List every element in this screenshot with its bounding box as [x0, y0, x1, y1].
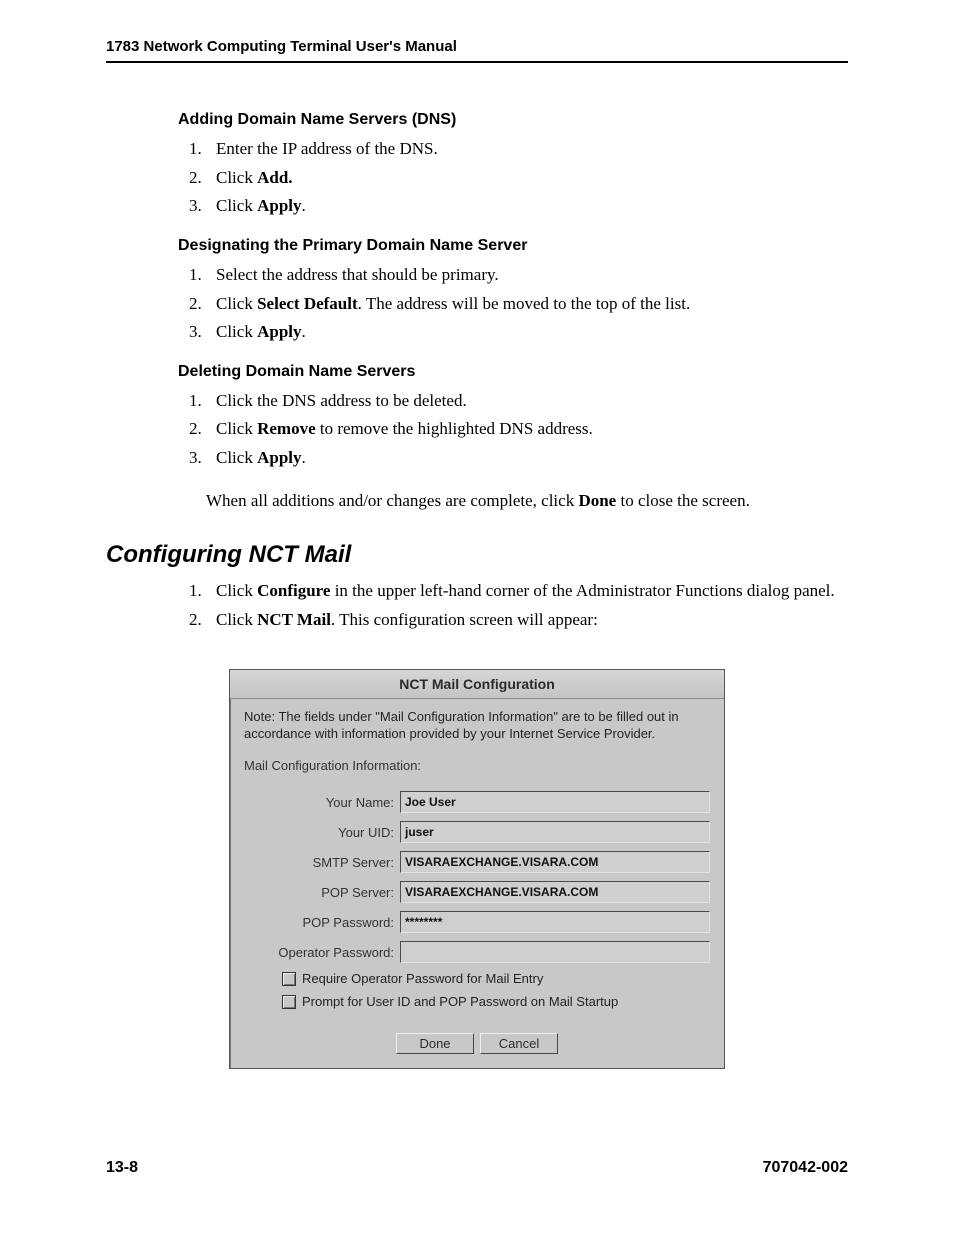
running-header: 1783 Network Computing Terminal User's M… — [106, 38, 848, 63]
step: Click Apply. — [206, 320, 848, 345]
steps-nct-mail: Click Configure in the upper left-hand c… — [178, 579, 848, 632]
steps-dns-primary: Select the address that should be primar… — [178, 263, 848, 345]
label-pop-password: POP Password: — [244, 915, 400, 930]
heading-configuring-nct-mail: Configuring NCT Mail — [106, 541, 848, 569]
label-your-name: Your Name: — [244, 795, 400, 810]
step: Click the DNS address to be deleted. — [206, 389, 848, 414]
step: Click Apply. — [206, 194, 848, 219]
nct-mail-config-dialog: NCT Mail Configuration Note: The fields … — [229, 669, 725, 1070]
step: Click NCT Mail. This configuration scree… — [206, 608, 848, 633]
heading-dns-primary: Designating the Primary Domain Name Serv… — [178, 237, 848, 255]
step: Click Add. — [206, 166, 848, 191]
step: Click Apply. — [206, 446, 848, 471]
closing-note: When all additions and/or changes are co… — [206, 489, 848, 514]
steps-dns-add: Enter the IP address of the DNS. Click A… — [178, 137, 848, 219]
step: Click Remove to remove the highlighted D… — [206, 417, 848, 442]
input-pop-server[interactable]: VISARAEXCHANGE.VISARA.COM — [400, 881, 710, 903]
steps-dns-delete: Click the DNS address to be deleted. Cli… — [178, 389, 848, 471]
label-your-uid: Your UID: — [244, 825, 400, 840]
step: Click Configure in the upper left-hand c… — [206, 579, 848, 604]
step: Enter the IP address of the DNS. — [206, 137, 848, 162]
checkbox-require-operator-password[interactable] — [282, 972, 296, 986]
step: Select the address that should be primar… — [206, 263, 848, 288]
done-button[interactable]: Done — [396, 1033, 474, 1054]
heading-dns-delete: Deleting Domain Name Servers — [178, 363, 848, 381]
cancel-button[interactable]: Cancel — [480, 1033, 558, 1054]
input-pop-password[interactable]: ******** — [400, 911, 710, 933]
input-operator-password[interactable] — [400, 941, 710, 963]
doc-number: 707042-002 — [763, 1159, 848, 1177]
input-smtp-server[interactable]: VISARAEXCHANGE.VISARA.COM — [400, 851, 710, 873]
input-your-name[interactable]: Joe User — [400, 791, 710, 813]
dialog-section-label: Mail Configuration Information: — [244, 758, 710, 773]
label-operator-password: Operator Password: — [244, 945, 400, 960]
checkbox-label: Require Operator Password for Mail Entry — [302, 971, 543, 986]
checkbox-prompt-uid-pop[interactable] — [282, 995, 296, 1009]
dialog-note: Note: The fields under "Mail Configurati… — [244, 709, 710, 743]
dialog-title: NCT Mail Configuration — [230, 670, 724, 699]
label-pop-server: POP Server: — [244, 885, 400, 900]
checkbox-label: Prompt for User ID and POP Password on M… — [302, 994, 618, 1009]
label-smtp-server: SMTP Server: — [244, 855, 400, 870]
step: Click Select Default. The address will b… — [206, 292, 848, 317]
heading-dns-add: Adding Domain Name Servers (DNS) — [178, 111, 848, 129]
input-your-uid[interactable]: juser — [400, 821, 710, 843]
page-number: 13-8 — [106, 1159, 138, 1177]
